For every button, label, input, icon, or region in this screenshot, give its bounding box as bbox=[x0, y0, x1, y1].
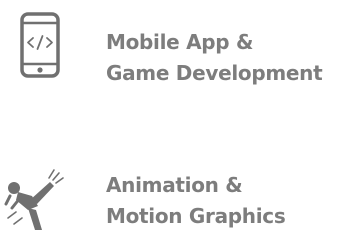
service-title: Mobile App & Game Development bbox=[106, 27, 323, 89]
services-list: Mobile App & Game Development Animation … bbox=[0, 0, 358, 240]
service-title-line-2: Game Development bbox=[106, 61, 323, 85]
service-title-line-1: Mobile App & bbox=[106, 30, 254, 54]
mobile-code-icon bbox=[20, 12, 60, 78]
service-title-line-2: Motion Graphics bbox=[106, 204, 286, 228]
martial-arts-kick-icon bbox=[4, 169, 64, 230]
service-title-line-1: Animation & bbox=[106, 173, 243, 197]
service-title: Animation & Motion Graphics bbox=[106, 170, 286, 232]
service-mobile-app-game-development: Mobile App & Game Development bbox=[0, 0, 358, 100]
service-animation-motion-graphics: Animation & Motion Graphics bbox=[0, 148, 358, 240]
